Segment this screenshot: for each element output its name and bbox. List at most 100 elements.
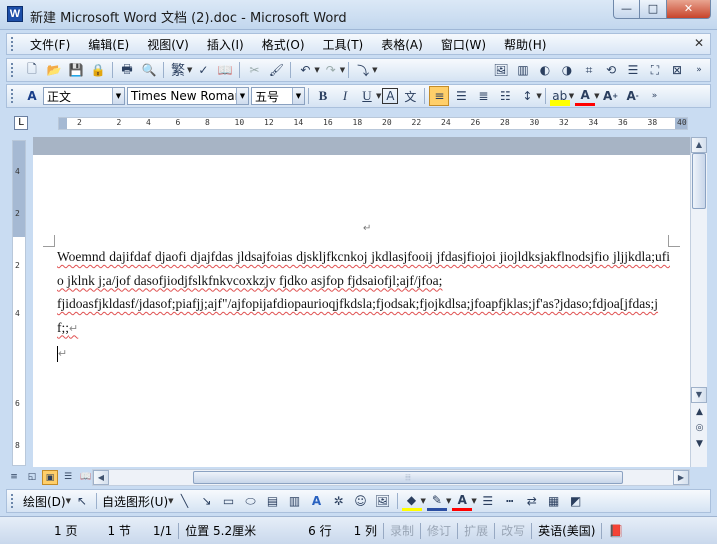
font-size-select[interactable]: 五号 ▼ [251,87,305,105]
align-center-icon[interactable]: ☰ [451,86,471,106]
chevron-down-icon[interactable]: ▼ [471,497,476,505]
bold-button[interactable]: B [313,86,333,106]
clip-art-icon[interactable]: ☺ [351,491,371,511]
chevron-down-icon[interactable]: ▼ [536,92,541,100]
vertical-text-box-icon[interactable]: ▥ [285,491,305,511]
select-browse-object-icon[interactable]: ◎ [692,423,707,437]
shrink-font-icon[interactable]: A- [623,86,643,106]
menu-format[interactable]: 格式(O) [253,36,314,53]
toolbar-grip[interactable] [11,63,15,77]
horizontal-scroll-thumb[interactable]: ⦙⦙⦙ [193,471,623,484]
status-extend[interactable]: 扩展 [460,522,492,539]
spelling-status-icon[interactable]: 📕 [604,524,627,538]
draw-menu-button[interactable]: 绘图(D) [21,493,68,510]
character-border-button[interactable]: A [382,88,399,104]
print-icon[interactable]: 🖶 [117,60,137,80]
menu-view[interactable]: 视图(V) [138,36,198,53]
empty-paragraph[interactable]: ↵ [57,341,670,367]
dash-style-icon[interactable]: ┅ [500,491,520,511]
menu-help[interactable]: 帮助(H) [495,36,555,53]
save-icon[interactable]: 💾 [66,60,86,80]
spelling-icon[interactable]: ✓ [193,60,213,80]
highlight-icon[interactable]: ab [549,86,570,106]
chevron-down-icon[interactable]: ▼ [66,497,71,505]
status-record[interactable]: 录制 [386,522,418,539]
chevron-down-icon[interactable]: ▼ [372,66,377,74]
insert-hyperlink-icon[interactable]: ⤵ [353,60,373,80]
styles-formatting-icon[interactable]: A [22,86,42,106]
menu-tools[interactable]: 工具(T) [314,36,373,53]
normal-view-icon[interactable]: ≡ [6,470,22,485]
align-justify-icon[interactable]: ≡ [429,86,450,106]
rotate-icon[interactable]: ⟲ [601,60,621,80]
word-app-icon[interactable]: W [7,6,23,22]
maximize-button[interactable]: □ [640,0,667,19]
status-language[interactable]: 英语(美国) [534,522,599,539]
chevron-down-icon[interactable]: ▼ [236,88,248,104]
menu-edit[interactable]: 编辑(E) [79,36,138,53]
permission-icon[interactable]: 🔒 [88,60,108,80]
toolbar-options-icon[interactable]: » [645,86,665,106]
format-picture-icon[interactable]: ⊠ [667,60,687,80]
font-color-icon[interactable]: A [575,86,596,106]
chevron-down-icon[interactable]: ▼ [314,66,319,74]
line-icon[interactable]: ╲ [175,491,195,511]
chevron-down-icon[interactable]: ▼ [340,66,345,74]
select-objects-icon[interactable]: ↖ [72,491,92,511]
fill-color-icon[interactable]: ◆ [401,491,422,511]
line-style-icon[interactable]: ☰ [623,60,643,80]
font-select[interactable]: Times New Roman ▼ [127,87,249,105]
horizontal-ruler[interactable]: 2 2 4 6 8 10 12 14 16 18 20 22 24 26 28 30 32 34 36 38 40 [58,117,688,130]
undo-icon[interactable]: ↶ [295,60,315,80]
chevron-down-icon[interactable]: ▼ [168,497,173,505]
contrast-icon[interactable]: ◐ [535,60,555,80]
horizontal-scrollbar[interactable]: ◀ ⦙⦙⦙ ▶ [92,469,690,486]
oval-icon[interactable]: ⬭ [241,491,261,511]
text-box-icon[interactable]: ▤ [263,491,283,511]
vertical-scroll-thumb[interactable] [692,153,706,209]
crop-icon[interactable]: ⌗ [579,60,599,80]
compress-icon[interactable]: ⛶ [645,60,665,80]
insert-picture-icon[interactable]: 🖼 [491,60,511,80]
vertical-scrollbar[interactable]: ▲ ▲ ◎ ▼ ▼ [690,137,707,467]
distributed-align-icon[interactable]: ☷ [495,86,515,106]
phonetic-guide-button[interactable]: 文 [400,86,420,106]
chevron-down-icon[interactable]: ▼ [376,92,381,100]
scroll-left-icon[interactable]: ◀ [93,470,109,485]
outline-view-icon[interactable]: ☰ [60,470,76,485]
paragraph-1[interactable]: Woemnd dajifdaf djaofi djajfdas jldsajfo… [57,245,670,292]
web-layout-icon[interactable]: ◱ [24,470,40,485]
format-painter-icon[interactable]: 🖌 [266,60,286,80]
scroll-right-icon[interactable]: ▶ [673,470,689,485]
chevron-down-icon[interactable]: ▼ [569,92,574,100]
italic-button[interactable]: I [335,86,355,106]
toolbar-grip[interactable] [11,494,15,508]
brightness-icon[interactable]: ◑ [557,60,577,80]
menu-window[interactable]: 窗口(W) [432,36,495,53]
rectangle-icon[interactable]: ▭ [219,491,239,511]
chevron-down-icon[interactable]: ▼ [292,88,304,104]
chevron-down-icon[interactable]: ▼ [187,66,192,74]
open-folder-icon[interactable]: 📂 [44,60,64,80]
line-spacing-icon[interactable]: ↕ [517,86,537,106]
close-document-button[interactable]: ✕ [694,36,704,50]
status-overtype[interactable]: 改写 [497,522,529,539]
diagram-icon[interactable]: ✲ [329,491,349,511]
next-page-icon[interactable]: ▼ [692,439,707,453]
insert-picture-icon[interactable]: 🖼 [373,491,393,511]
menu-insert[interactable]: 插入(I) [198,36,253,53]
color-image-icon[interactable]: ▥ [513,60,533,80]
previous-page-icon[interactable]: ▲ [692,407,707,421]
arrow-icon[interactable]: ↘ [197,491,217,511]
redo-icon[interactable]: ↷ [321,60,341,80]
print-preview-icon[interactable]: 🔍 [139,60,159,80]
grow-font-icon[interactable]: A + [601,86,621,106]
3d-style-icon[interactable]: ◩ [566,491,586,511]
chevron-down-icon[interactable]: ▼ [112,88,124,104]
toolbar-grip[interactable] [11,89,15,103]
scroll-down-icon[interactable]: ▼ [691,387,707,403]
paragraph-2[interactable]: fjidoasfjkldasf/jdasof;piafjj;ajf"/ajfop… [57,292,670,341]
chevron-down-icon[interactable]: ▼ [421,497,426,505]
status-track-changes[interactable]: 修订 [423,522,455,539]
minimize-button[interactable]: — [613,0,640,19]
